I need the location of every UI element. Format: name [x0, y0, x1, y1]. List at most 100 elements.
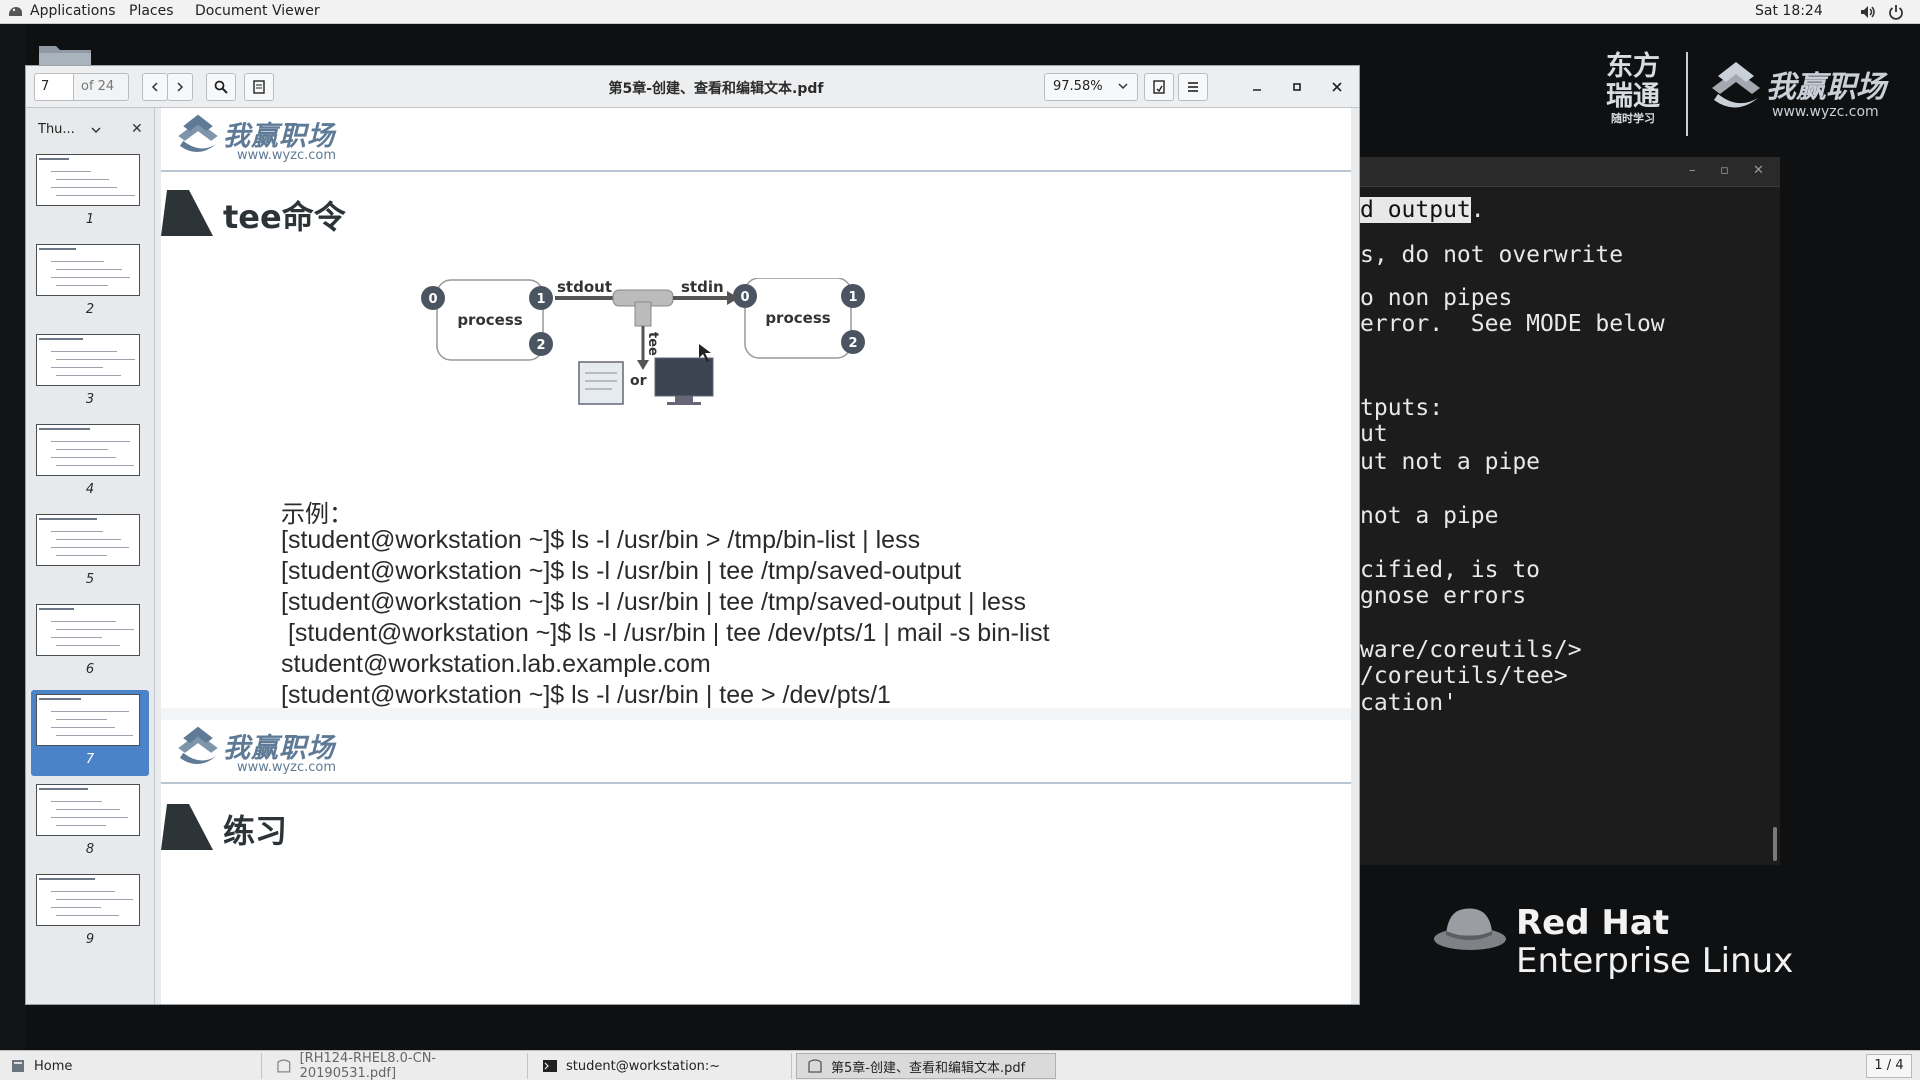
tee-label: tee: [645, 332, 660, 356]
thumbnail-page-8[interactable]: 8: [31, 780, 149, 866]
clock[interactable]: Sat 18:24: [1755, 3, 1823, 19]
redhat-hat-icon: [1434, 908, 1506, 950]
thumbnail-page-5[interactable]: 5: [31, 510, 149, 596]
close-sidebar-icon[interactable]: ✕: [131, 121, 143, 137]
example-line: student@workstation.lab.example.com: [281, 650, 711, 678]
task-pdf[interactable]: [RH124-RHEL8.0-CN-20190531.pdf]: [266, 1051, 528, 1080]
maximize-button[interactable]: [1288, 78, 1306, 96]
zoom-select[interactable]: 97.58%: [1044, 73, 1138, 101]
redhat-logo: Red Hat Enterprise Linux: [1432, 895, 1832, 985]
fd0-label: 0: [740, 290, 749, 305]
tee-diagram: process 0 1 2 stdout stdin tee or proces…: [421, 278, 865, 405]
slide-header-rule: [161, 782, 1351, 784]
wyzc-slide-logo: 我赢职场 www.wyzc.com: [175, 108, 355, 168]
dfrt-logo-sub: 随时学习: [1611, 112, 1655, 125]
search-button[interactable]: [206, 73, 236, 101]
section-heading: tee命令: [161, 190, 561, 238]
view-options-button[interactable]: [1144, 73, 1174, 101]
viewer-header-bar[interactable]: 7 of 24 第5章-创建、查看和编辑文本.pdf 97.58%: [26, 66, 1359, 108]
previous-page-button[interactable]: [142, 73, 168, 101]
wyzc-slide-logo-url: www.wyzc.com: [237, 760, 337, 775]
process-right-label: process: [765, 309, 830, 327]
thumbnail-page-1[interactable]: 1: [31, 150, 149, 236]
thumbnail-preview: [36, 604, 140, 656]
minimize-button[interactable]: [1248, 78, 1266, 96]
stdin-label: stdin: [681, 278, 724, 296]
fd1-label: 1: [536, 292, 545, 307]
power-icon[interactable]: [1888, 4, 1904, 20]
task-viewer-label: 第5章-创建、查看和编辑文本.pdf: [831, 1060, 1026, 1076]
thumbnail-page-number: 4: [85, 482, 95, 497]
thumbnail-page-3[interactable]: 3: [31, 330, 149, 416]
places-menu[interactable]: Places: [129, 3, 174, 19]
annotations-button[interactable]: [244, 73, 274, 101]
page-view-icon: [1153, 80, 1165, 94]
minimize-icon[interactable]: –: [1689, 163, 1696, 178]
task-viewer[interactable]: 第5章-创建、查看和编辑文本.pdf: [796, 1053, 1056, 1079]
home-folder-icon: [12, 1060, 24, 1072]
document-icon: [808, 1059, 822, 1073]
thumbnail-page-number: 3: [85, 392, 95, 407]
volume-icon[interactable]: [1860, 5, 1876, 19]
thumbnail-page-4[interactable]: 4: [31, 420, 149, 506]
thumbnail-preview: [36, 154, 140, 206]
terminal-line: cation': [1360, 690, 1457, 716]
document-area[interactable]: 我赢职场 www.wyzc.com tee命令 process 0 1 2 st…: [161, 108, 1351, 1004]
thumbnail-page-number: 8: [85, 842, 95, 857]
section-heading: 练习: [161, 804, 561, 852]
redhat-line1: Red Hat: [1516, 903, 1670, 943]
section-title: tee命令: [223, 198, 346, 236]
task-home-label: Home: [34, 1058, 73, 1074]
terminal-line: /coreutils/tee>: [1360, 663, 1568, 689]
fd1-label: 1: [848, 290, 857, 305]
close-button[interactable]: [1328, 78, 1346, 96]
thumbnail-page-2[interactable]: 2: [31, 240, 149, 326]
thumbnail-page-number: 7: [85, 752, 95, 767]
tee-pipe-stem: [634, 301, 652, 327]
task-terminal[interactable]: student@workstation:~: [532, 1053, 792, 1079]
wyzc-mark-icon: [178, 114, 218, 153]
thumbnail-list[interactable]: 1 2 3 4 5 6 7 8 9: [26, 150, 154, 1004]
thumbnail-page-number: 1: [85, 212, 95, 227]
maximize-icon[interactable]: ▫: [1720, 163, 1729, 178]
thumbnail-preview: [36, 424, 140, 476]
thumbnail-page-9[interactable]: 9: [31, 870, 149, 956]
page-8: 我赢职场 www.wyzc.com 练习: [161, 720, 1351, 1004]
next-page-button[interactable]: [167, 73, 193, 101]
thumbnail-preview: [36, 784, 140, 836]
file-icon: [578, 361, 624, 405]
document-viewer-menu[interactable]: Document Viewer: [195, 3, 320, 19]
terminal-titlebar[interactable]: – ▫ ✕: [1355, 157, 1780, 187]
wyzc-mark-icon: [178, 726, 218, 765]
terminal-line: error. See MODE below: [1360, 311, 1665, 337]
workspace-indicator[interactable]: 1 / 4: [1866, 1054, 1912, 1078]
terminal-scrollbar[interactable]: [1773, 827, 1777, 861]
example-line: [student@workstation ~]$ ls -l /usr/bin …: [281, 588, 1026, 616]
maximize-icon: [1293, 83, 1301, 91]
task-home[interactable]: Home: [0, 1053, 262, 1079]
thumbnail-preview: [36, 334, 140, 386]
applications-icon[interactable]: [8, 5, 23, 18]
example-line: [student@workstation ~]$ ls -l /usr/bin …: [281, 681, 891, 709]
sidebar-mode-select[interactable]: Thu... ✕: [32, 118, 149, 142]
page-number-input[interactable]: 7: [34, 73, 74, 101]
close-icon[interactable]: ✕: [1753, 163, 1764, 178]
terminal-line: d output.: [1360, 197, 1485, 223]
document-icon: [277, 1059, 291, 1073]
thumbnail-preview: [36, 514, 140, 566]
page-7: 我赢职场 www.wyzc.com tee命令 process 0 1 2 st…: [161, 108, 1351, 709]
monitor-icon: [654, 357, 714, 397]
menu-button[interactable]: [1178, 73, 1208, 101]
thumbnail-page-6[interactable]: 6: [31, 600, 149, 686]
terminal-line: cified, is to: [1360, 557, 1541, 583]
or-label: or: [630, 373, 647, 389]
close-icon: [1332, 82, 1342, 92]
applications-menu[interactable]: Applications: [30, 3, 116, 19]
document-viewer-window[interactable]: 7 of 24 第5章-创建、查看和编辑文本.pdf 97.58% Thu...…: [25, 65, 1360, 1005]
thumbnail-preview: [36, 244, 140, 296]
terminal-window[interactable]: – ▫ ✕ d output. s, do not overwrite o no…: [1355, 157, 1780, 865]
thumbnail-sidebar[interactable]: Thu... ✕ 1 2 3 4 5 6 7 8 9: [26, 108, 155, 1004]
terminal-line: s, do not overwrite: [1360, 242, 1624, 268]
thumbnail-page-7[interactable]: 7: [31, 690, 149, 776]
wyzc-logo-text: 我赢职场: [1766, 70, 1886, 105]
